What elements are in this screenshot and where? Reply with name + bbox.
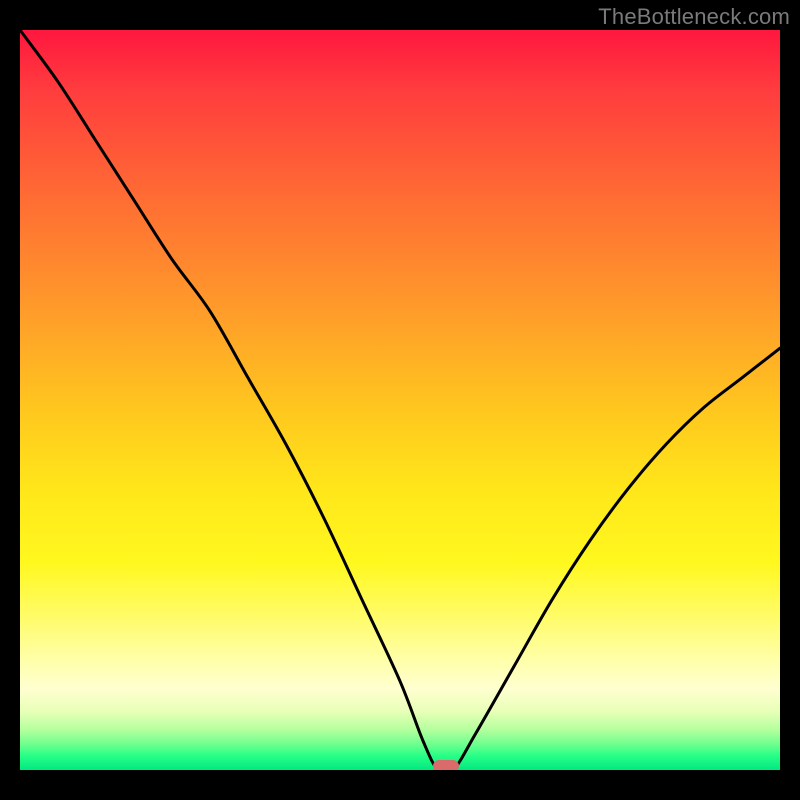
chart-frame: TheBottleneck.com — [0, 0, 800, 800]
optimal-point-marker — [433, 760, 459, 770]
watermark-text: TheBottleneck.com — [598, 4, 790, 30]
bottleneck-curve — [20, 30, 780, 770]
plot-area — [20, 30, 780, 770]
